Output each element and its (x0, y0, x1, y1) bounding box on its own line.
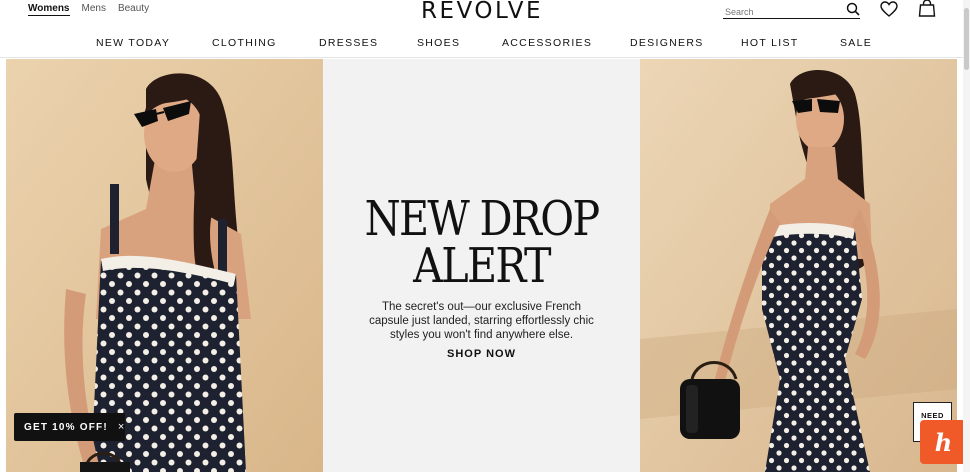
close-icon[interactable]: × (118, 421, 124, 433)
bag-icon[interactable] (918, 0, 936, 22)
revolve-logo[interactable]: REVOLVE (421, 0, 543, 24)
heart-icon[interactable] (880, 1, 898, 22)
nav-clothing[interactable]: CLOTHING (212, 37, 277, 49)
scrollbar-thumb[interactable] (964, 8, 969, 70)
promo-get-discount-button[interactable]: GET 10% OFF! (24, 422, 108, 433)
hero-image-left[interactable] (6, 59, 323, 472)
nav-sale[interactable]: SALE (840, 37, 872, 49)
hero-image-right[interactable] (640, 59, 957, 472)
hero-headline-line-1: NEW DROP (364, 191, 601, 247)
nav-hot-list[interactable]: HOT LIST (741, 37, 798, 49)
page-scrollbar[interactable] (963, 0, 970, 472)
top-bar: Womens Mens Beauty REVOLVE (0, 0, 970, 28)
nav-shoes[interactable]: SHOES (417, 37, 460, 49)
honey-icon: h (934, 427, 953, 457)
hero-headline-line-2: ALERT (413, 238, 551, 294)
audience-tab-beauty[interactable]: Beauty (118, 3, 149, 16)
nav-new-today[interactable]: NEW TODAY (96, 37, 170, 49)
search-icon[interactable] (846, 2, 860, 21)
nav-designers[interactable]: DESIGNERS (630, 37, 704, 49)
search-input[interactable] (723, 5, 842, 19)
shop-now-link[interactable]: SHOP NOW (323, 348, 640, 360)
promo-banner: GET 10% OFF! × (14, 413, 125, 441)
audience-tab-mens[interactable]: Mens (82, 3, 106, 16)
search-box (723, 2, 860, 19)
nav-accessories[interactable]: ACCESSORIES (502, 37, 592, 49)
hero-text-panel: NEW DROP ALERT The secret's out—our excl… (323, 59, 640, 472)
nav-dresses[interactable]: DRESSES (319, 37, 378, 49)
hero-headline: NEW DROP ALERT (323, 191, 640, 294)
audience-tab-womens[interactable]: Womens (28, 3, 70, 16)
audience-switcher: Womens Mens Beauty (28, 3, 149, 16)
main-nav: NEW TODAY CLOTHING DRESSES SHOES ACCESSO… (0, 32, 970, 58)
hero-description: The secret's out—our exclusive French ca… (369, 301, 594, 341)
honey-extension-button[interactable]: h (920, 420, 967, 464)
